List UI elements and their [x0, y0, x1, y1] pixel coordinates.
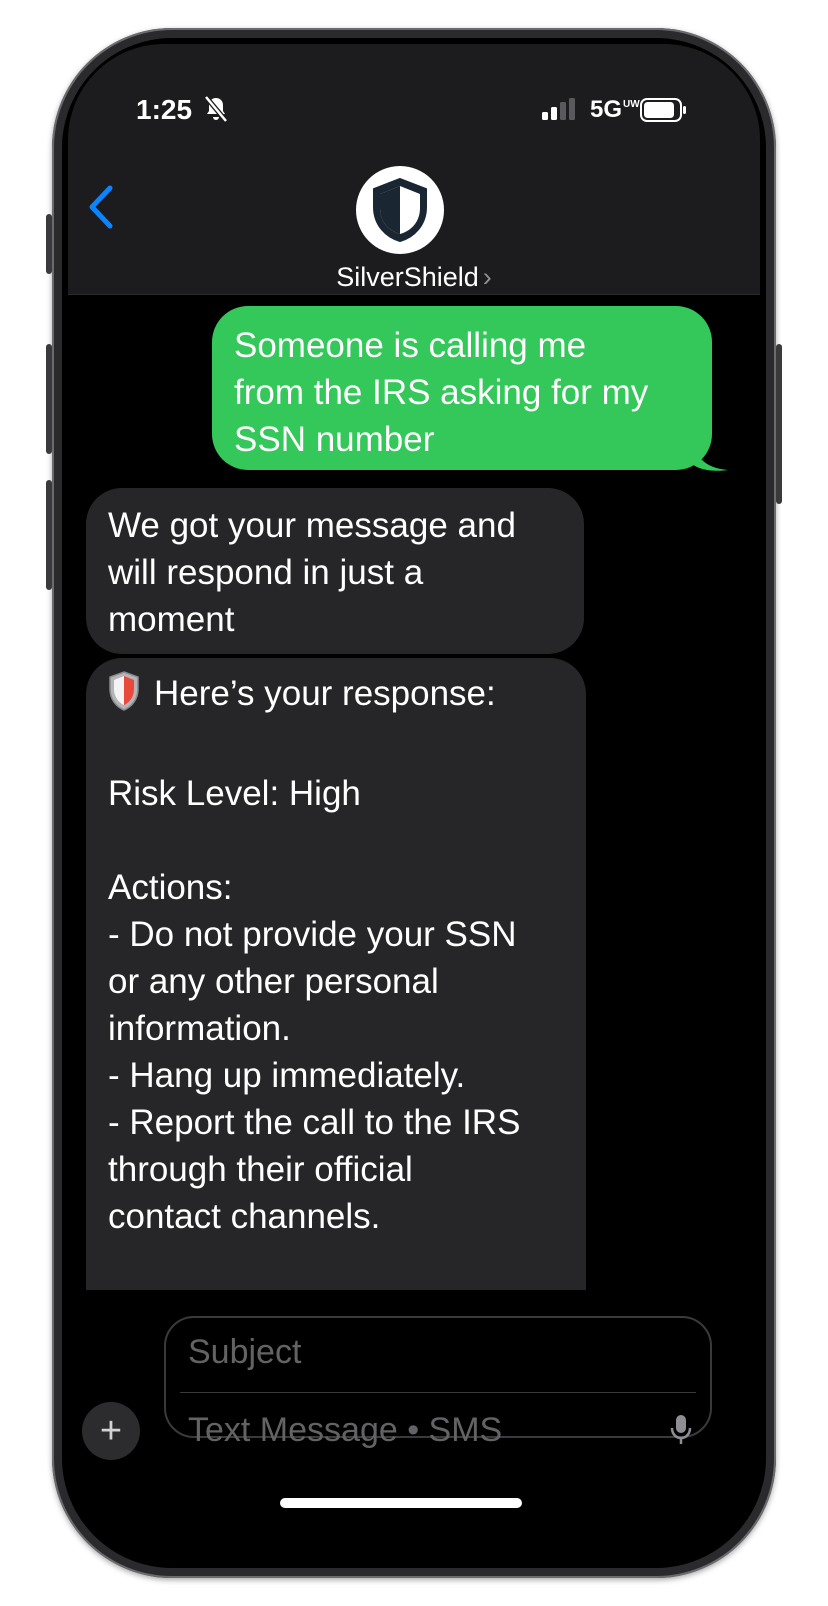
received-message-bubble[interactable]: We got your message and will respond in …: [86, 488, 584, 654]
shield-emoji-icon: [108, 671, 140, 723]
contact-name[interactable]: SilverShield ›: [68, 262, 760, 293]
subject-input[interactable]: [186, 1332, 630, 1373]
message-text: Someone is calling me from the IRS askin…: [234, 326, 649, 459]
compose-area: +: [68, 1290, 760, 1562]
message-text: Here’s your response: Risk Level: High A…: [108, 674, 521, 1236]
side-button-mute: [46, 214, 52, 274]
phone-frame: 1:25 5GUW SilverShield › Someone is call…: [46, 28, 782, 1578]
microphone-icon[interactable]: [670, 1414, 692, 1451]
status-bar: 1:25 5GUW: [68, 44, 760, 154]
side-button-power: [776, 344, 782, 504]
status-time: 1:25: [136, 94, 193, 125]
message-input[interactable]: [186, 1410, 630, 1451]
shield-icon: [373, 177, 427, 243]
sent-message-bubble[interactable]: Someone is calling me from the IRS askin…: [212, 306, 712, 470]
chevron-right-icon: ›: [482, 262, 492, 292]
signal-icon: [542, 98, 578, 125]
side-button-volume-down: [46, 480, 52, 590]
side-button-volume-up: [46, 344, 52, 454]
compose-divider: [180, 1392, 696, 1393]
message-text: We got your message and will respond in …: [108, 506, 516, 639]
bubble-tail: [692, 436, 728, 471]
home-indicator[interactable]: [280, 1498, 522, 1508]
network-type: 5GUW: [590, 96, 640, 123]
plus-button[interactable]: +: [82, 1402, 140, 1460]
compose-box: [164, 1316, 712, 1451]
screen: 1:25 5GUW SilverShield › Someone is call…: [68, 44, 760, 1562]
bell-slash-icon: [204, 95, 228, 127]
chevron-left-icon[interactable]: [82, 182, 122, 232]
conversation-header: SilverShield ›: [68, 154, 760, 295]
avatar[interactable]: [356, 166, 444, 254]
received-message-bubble[interactable]: Here’s your response: Risk Level: High A…: [86, 658, 586, 1358]
battery-icon: [640, 98, 688, 127]
